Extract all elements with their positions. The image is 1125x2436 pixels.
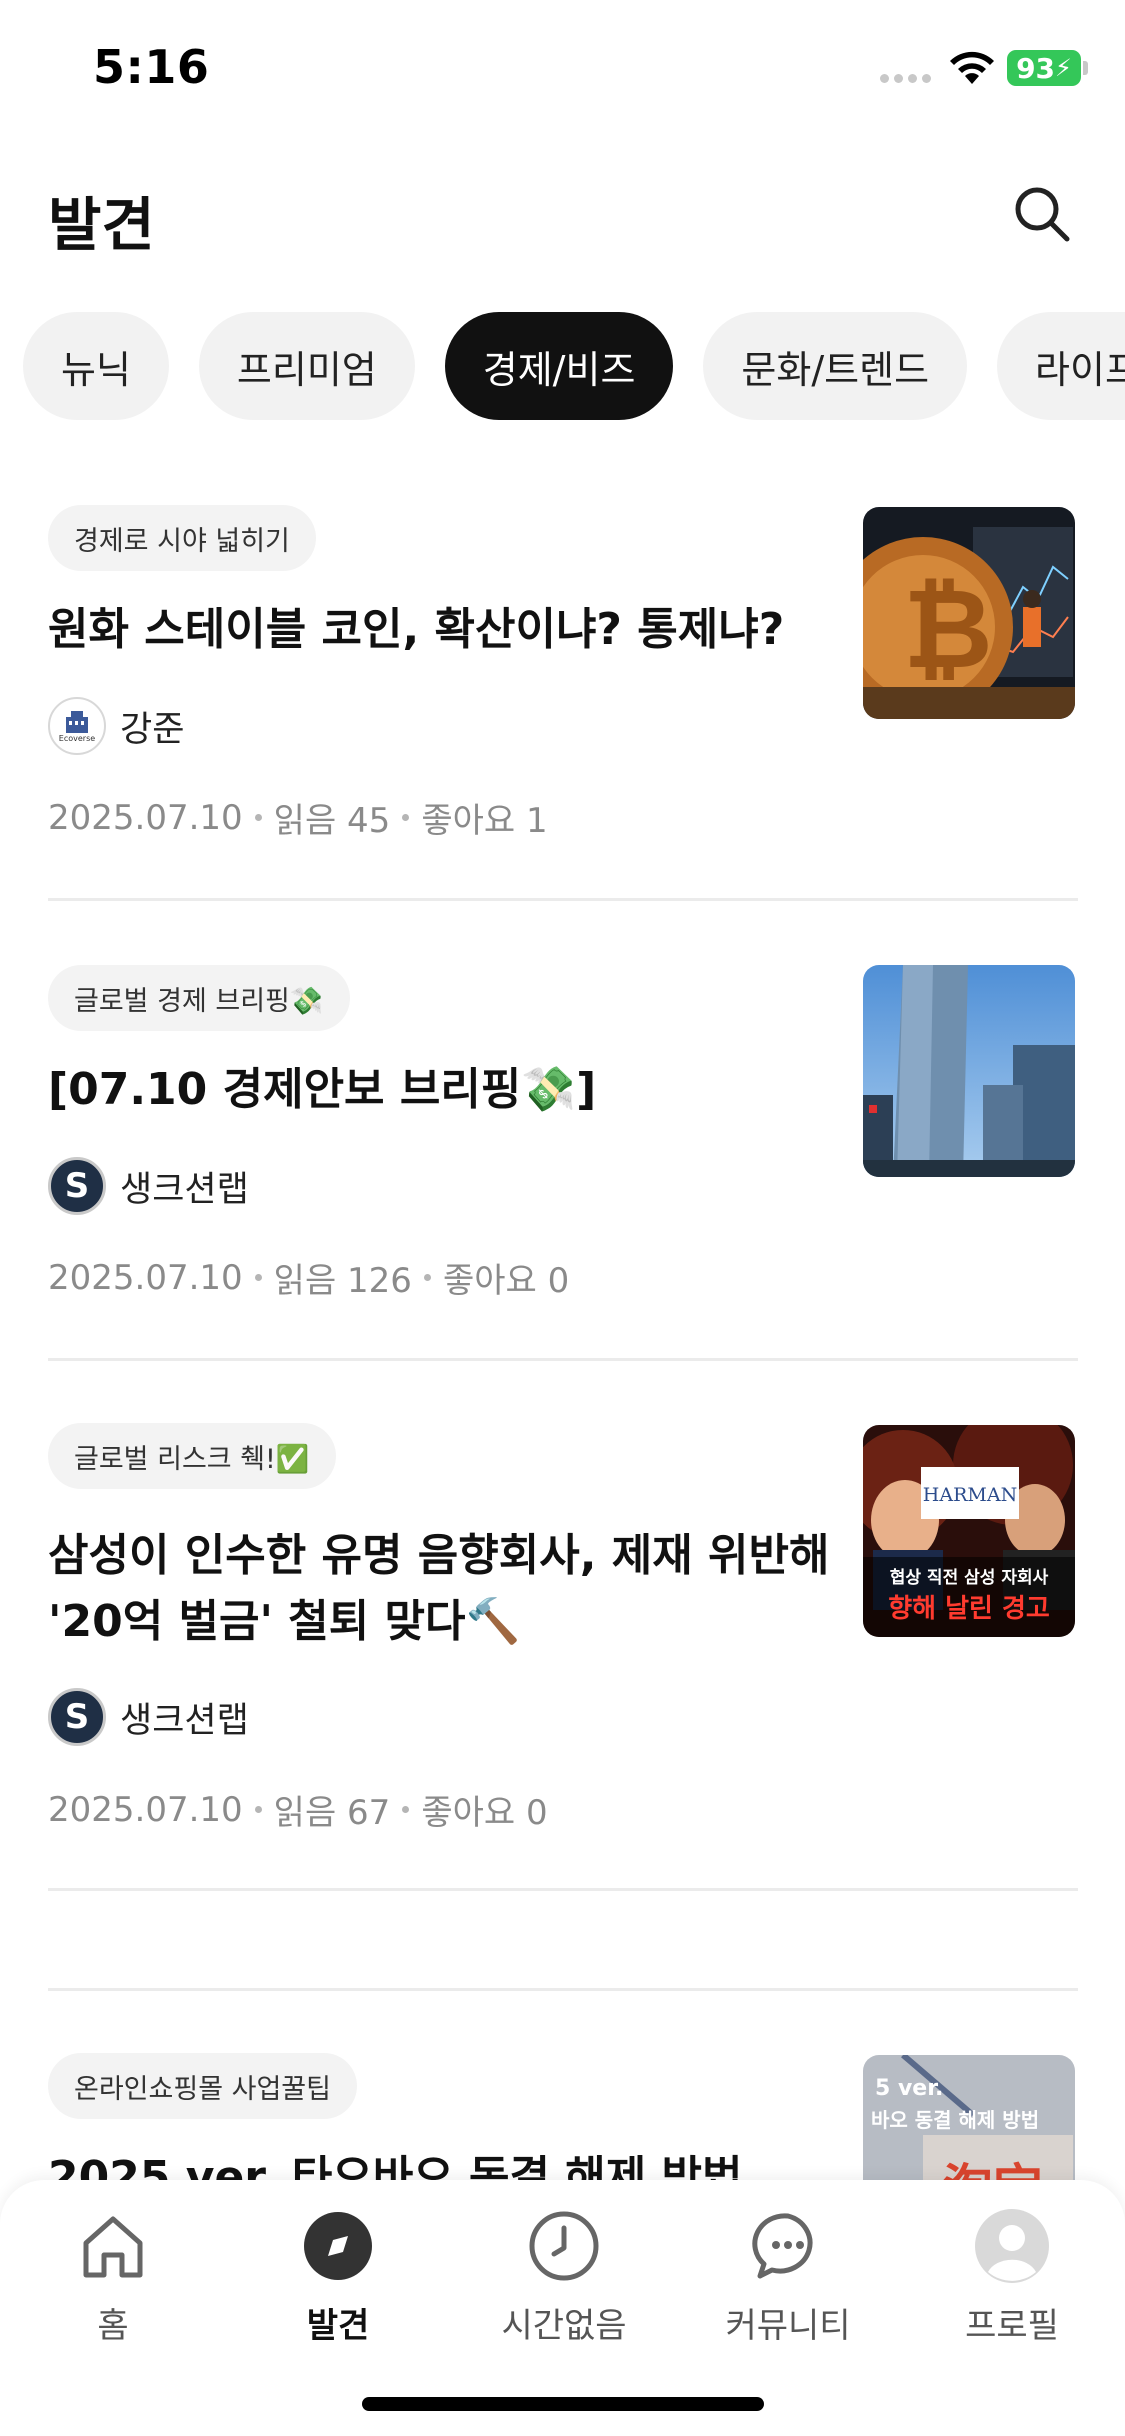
tab-home[interactable]: 홈 [23, 2206, 203, 2347]
thumbnail-caption-1: 5 ver. [875, 2076, 943, 2101]
article-title[interactable]: 삼성이 인수한 유명 음향회사, 제재 위반해 '20억 벌금' 철퇴 맞다🔨 [48, 1523, 838, 1655]
tab-label: 발견 [306, 2306, 370, 2346]
tab-no-time[interactable]: 시간없음 [474, 2206, 654, 2347]
separator-dot [402, 1806, 410, 1813]
article-tag[interactable]: 온라인쇼핑몰 사업꿀팁 [48, 2053, 357, 2119]
battery-level: 93 [1016, 51, 1056, 85]
article-likes: 좋아요 1 [421, 801, 548, 841]
category-chips: 뉴닉 프리미엄 경제/비즈 문화/트렌드 라이프 [23, 312, 1125, 420]
thumbnail-caption-2: 향해 날린 경고 [888, 1594, 1050, 1624]
tab-discover[interactable]: 발견 [248, 2206, 428, 2347]
page-title: 발견 [48, 191, 155, 259]
thumbnail-caption-2: 바오 동결 해제 방법 [871, 2108, 1039, 2132]
article-card[interactable]: 글로벌 경제 브리핑💸 [07.10 경제안보 브리핑💸] S 생크션랩 202… [48, 965, 1078, 1305]
tab-label: 홈 [97, 2306, 129, 2346]
article-tag[interactable]: 경제로 시야 넓히기 [48, 505, 316, 571]
chip-culture-trend[interactable]: 문화/트렌드 [703, 312, 968, 420]
avatar-brand-text: Ecoverse [58, 734, 96, 743]
avatar-letter: S [64, 1166, 90, 1206]
home-indicator [362, 2397, 764, 2411]
separator-dot [402, 814, 410, 821]
article-meta: 2025.07.10 읽음 126 좋아요 0 [48, 1253, 569, 1302]
article-reads: 읽음 45 [273, 801, 391, 841]
article-meta: 2025.07.10 읽음 45 좋아요 1 [48, 793, 548, 842]
tab-label: 커뮤니티 [725, 2306, 851, 2346]
battery-icon: 93 ⚡ [1007, 50, 1081, 86]
harman-logo-text: HARMAN [923, 1484, 1017, 1506]
article-meta: 2025.07.10 읽음 67 좋아요 0 [48, 1785, 548, 1834]
article-likes: 좋아요 0 [442, 1261, 570, 1301]
author-avatar: S [48, 1688, 106, 1746]
profile-avatar-icon [975, 2209, 1049, 2283]
author-name: 강준 [120, 709, 185, 750]
article-thumbnail[interactable]: ₿ [863, 507, 1075, 719]
divider [48, 1888, 1078, 1891]
avatar-letter: S [64, 1697, 90, 1737]
author-avatar: Ecoverse [48, 697, 106, 755]
article-author[interactable]: S 생크션랩 [48, 1157, 249, 1215]
article-thumbnail[interactable]: HARMAN 협상 직전 삼성 자회사 향해 날린 경고 [863, 1425, 1075, 1637]
chip-premium[interactable]: 프리미엄 [198, 312, 415, 420]
separator-dot [423, 1274, 431, 1281]
chip-life[interactable]: 라이프 [997, 312, 1125, 420]
article-date: 2025.07.10 [48, 1257, 243, 1298]
ecoverse-logo-icon [66, 711, 88, 733]
article-date: 2025.07.10 [48, 797, 243, 838]
separator-dot [254, 1274, 262, 1281]
status-time: 5:16 [93, 40, 210, 94]
chip-economy-biz[interactable]: 경제/비즈 [444, 312, 674, 420]
article-date: 2025.07.10 [48, 1789, 243, 1830]
article-reads: 읽음 67 [273, 1793, 391, 1833]
article-thumbnail[interactable] [863, 965, 1075, 1177]
author-name: 생크션랩 [120, 1169, 249, 1210]
divider [48, 1358, 1078, 1361]
article-reads: 읽음 126 [273, 1261, 412, 1301]
chat-bubble-icon [752, 2213, 813, 2279]
home-icon [83, 2216, 143, 2278]
article-author[interactable]: S 생크션랩 [48, 1688, 249, 1746]
compass-icon [304, 2212, 372, 2280]
search-icon[interactable] [1012, 184, 1072, 244]
wifi-icon [950, 51, 994, 84]
article-tag[interactable]: 글로벌 경제 브리핑💸 [48, 965, 350, 1031]
tab-community[interactable]: 커뮤니티 [698, 2206, 878, 2347]
tab-profile[interactable]: 프로필 [922, 2206, 1102, 2347]
divider [48, 898, 1078, 901]
svg-text:₿: ₿ [903, 565, 993, 693]
tab-label: 시간없음 [501, 2306, 627, 2346]
separator-dot [254, 1806, 262, 1813]
chip-newneek[interactable]: 뉴닉 [23, 312, 169, 420]
tab-label: 프로필 [965, 2306, 1059, 2346]
article-title[interactable]: 원화 스테이블 코인, 확산이냐? 통제냐? [48, 597, 838, 663]
status-bar: 5:16 93 ⚡ [0, 0, 1125, 135]
author-name: 생크션랩 [120, 1700, 249, 1741]
article-tag[interactable]: 글로벌 리스크 췍!✅ [48, 1423, 336, 1489]
author-avatar: S [48, 1157, 106, 1215]
divider [48, 1988, 1078, 1991]
battery-cap [1083, 61, 1088, 75]
article-likes: 좋아요 0 [421, 1793, 548, 1833]
article-author[interactable]: Ecoverse 강준 [48, 697, 184, 755]
clock-icon [529, 2211, 599, 2281]
thumbnail-caption-1: 협상 직전 삼성 자회사 [890, 1567, 1049, 1588]
separator-dot [254, 814, 262, 821]
article-title[interactable]: [07.10 경제안보 브리핑💸] [48, 1057, 838, 1123]
cellular-signal-icon [880, 74, 934, 84]
article-card[interactable]: 경제로 시야 넓히기 원화 스테이블 코인, 확산이냐? 통제냐? Ecover… [48, 505, 1078, 845]
article-card[interactable]: 글로벌 리스크 췍!✅ 삼성이 인수한 유명 음향회사, 제재 위반해 '20억… [48, 1423, 1078, 1833]
